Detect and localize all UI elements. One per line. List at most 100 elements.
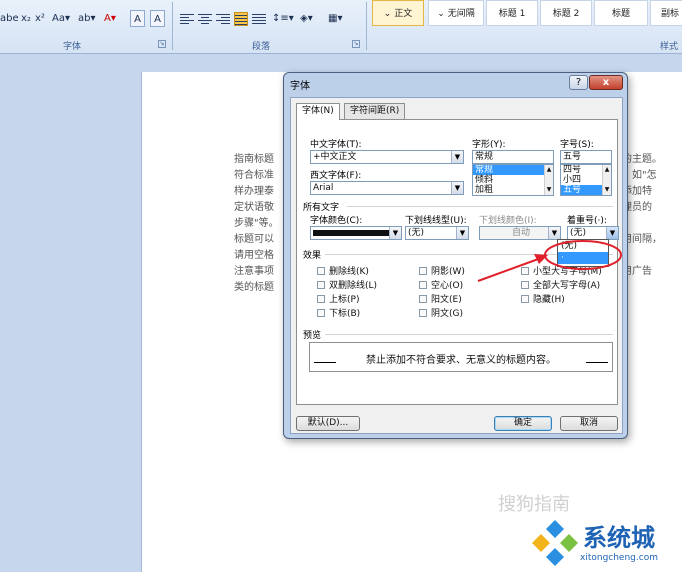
checkbox-box[interactable] bbox=[419, 266, 427, 275]
line-spacing-icon[interactable]: ↕≡▾ bbox=[272, 10, 294, 27]
doc-text-line: 步骤"等。 bbox=[234, 218, 279, 229]
style-subtitle[interactable]: 副标 bbox=[650, 0, 682, 26]
cancel-button[interactable]: 取消 bbox=[560, 416, 618, 431]
font-size-list[interactable]: 四号 小四 五号 ▲ ▼ bbox=[560, 164, 612, 196]
paragraph-dialog-launcher[interactable]: ↘ bbox=[352, 40, 360, 48]
checkbox-box[interactable] bbox=[419, 280, 427, 289]
emboss-checkbox[interactable]: 阳文(E) bbox=[419, 292, 462, 305]
font-color-label: 字体颜色(C): bbox=[310, 216, 363, 226]
doc-text-line: 标题可以 bbox=[234, 234, 274, 245]
double-strikethrough-checkbox[interactable]: 双删除线(L) bbox=[317, 278, 377, 291]
shadow-checkbox[interactable]: 阴影(W) bbox=[419, 264, 465, 277]
chevron-down-icon[interactable]: ▼ bbox=[606, 227, 618, 239]
checkbox-box[interactable] bbox=[419, 294, 427, 303]
align-center-icon[interactable] bbox=[198, 12, 212, 26]
doc-text-line: 用间隔， bbox=[622, 234, 662, 245]
checkbox-box[interactable] bbox=[521, 266, 529, 275]
distribute-icon[interactable] bbox=[252, 12, 266, 26]
style-heading-2[interactable]: 标题 2 bbox=[540, 0, 592, 26]
outline-checkbox[interactable]: 空心(O) bbox=[419, 278, 463, 291]
char-shading-button[interactable]: A bbox=[130, 10, 145, 27]
engrave-checkbox[interactable]: 阴文(G) bbox=[419, 306, 463, 319]
preview-group-label: 预览 bbox=[303, 331, 322, 341]
shading-icon[interactable]: ◈▾ bbox=[300, 10, 313, 27]
effects-group-label: 效果 bbox=[303, 251, 322, 261]
chinese-font-value: +中文正文 bbox=[313, 152, 357, 162]
list-item[interactable]: 加粗 bbox=[473, 185, 553, 195]
group-divider bbox=[325, 334, 613, 335]
change-case-button[interactable]: Aa▾ bbox=[52, 10, 70, 27]
scrollbar[interactable]: ▲ ▼ bbox=[544, 165, 553, 195]
align-left-icon[interactable] bbox=[180, 12, 194, 26]
doc-text-line: 类的标题 bbox=[234, 282, 274, 293]
chinese-font-label: 中文字体(T): bbox=[310, 140, 362, 150]
font-color-select[interactable]: ▼ bbox=[310, 226, 402, 240]
justify-icon[interactable] bbox=[234, 12, 248, 26]
font-size-input[interactable]: 五号 bbox=[560, 150, 612, 164]
subscript-checkbox[interactable]: 下标(B) bbox=[317, 306, 360, 319]
checkbox-box[interactable] bbox=[419, 308, 427, 317]
list-item[interactable]: 常规 bbox=[473, 165, 553, 175]
border-icon[interactable]: ▦▾ bbox=[328, 10, 342, 27]
checkbox-box[interactable] bbox=[317, 280, 325, 289]
font-style-input[interactable]: 常规 bbox=[472, 150, 554, 164]
brand-logo-icon bbox=[532, 520, 578, 566]
checkbox-box[interactable] bbox=[521, 294, 529, 303]
subscript-button[interactable]: x₂ bbox=[21, 10, 31, 27]
chevron-down-icon[interactable]: ▼ bbox=[451, 182, 463, 194]
tab-font[interactable]: 字体(N) bbox=[296, 103, 340, 120]
western-font-value: Arial bbox=[313, 183, 334, 193]
checkbox-label: 删除线(K) bbox=[329, 267, 369, 277]
brand-url: xitongcheng.com bbox=[580, 553, 658, 563]
chinese-font-select[interactable]: +中文正文 ▼ bbox=[310, 150, 464, 164]
western-font-select[interactable]: Arial ▼ bbox=[310, 181, 464, 195]
font-style-label: 字形(Y): bbox=[472, 140, 506, 150]
dropdown-option[interactable]: (无) bbox=[558, 240, 608, 252]
font-color-button[interactable]: A▾ bbox=[104, 10, 116, 27]
checkbox-box[interactable] bbox=[521, 280, 529, 289]
char-border-button[interactable]: A bbox=[150, 10, 165, 27]
superscript-checkbox[interactable]: 上标(P) bbox=[317, 292, 359, 305]
all-caps-checkbox[interactable]: 全部大写字母(A) bbox=[521, 278, 600, 291]
dialog-title: 字体 bbox=[290, 81, 310, 92]
superscript-button[interactable]: x² bbox=[35, 10, 45, 27]
ok-button[interactable]: 确定 bbox=[494, 416, 552, 431]
doc-text-line: 注意事项 bbox=[234, 266, 274, 277]
style-heading-1[interactable]: 标题 1 bbox=[486, 0, 538, 26]
emphasis-select[interactable]: (无) ▼ bbox=[567, 226, 619, 240]
dropdown-option[interactable]: · bbox=[558, 252, 608, 264]
watermark: 系统城 xitongcheng.com bbox=[528, 516, 678, 570]
checkbox-box[interactable] bbox=[317, 294, 325, 303]
doc-text-line: 定状语敬 bbox=[234, 202, 274, 213]
style-normal[interactable]: ⌄ 正文 bbox=[372, 0, 424, 26]
font-style-list[interactable]: 常规 倾斜 加粗 ▲ ▼ bbox=[472, 164, 554, 196]
doc-text-line: 符合标准 bbox=[234, 170, 274, 181]
emphasis-dropdown-list[interactable]: (无) · bbox=[557, 239, 609, 267]
checkbox-label: 下标(B) bbox=[329, 309, 361, 319]
scrollbar[interactable]: ▲ ▼ bbox=[602, 165, 611, 195]
chevron-down-icon[interactable]: ▼ bbox=[389, 227, 401, 239]
strikethrough-button[interactable]: abe bbox=[0, 10, 19, 27]
help-button[interactable]: ? bbox=[569, 75, 588, 90]
hidden-checkbox[interactable]: 隐藏(H) bbox=[521, 292, 565, 305]
western-font-label: 西文字体(F): bbox=[310, 171, 362, 181]
underline-style-select[interactable]: (无) ▼ bbox=[405, 226, 469, 240]
color-swatch bbox=[313, 230, 389, 236]
align-right-icon[interactable] bbox=[216, 12, 230, 26]
checkbox-box[interactable] bbox=[317, 266, 325, 275]
chevron-down-icon[interactable]: ▼ bbox=[451, 151, 463, 163]
font-dialog-launcher[interactable]: ↘ bbox=[158, 40, 166, 48]
highlight-button[interactable]: ab▾ bbox=[78, 10, 96, 27]
close-button[interactable]: x bbox=[589, 75, 623, 90]
style-no-spacing[interactable]: ⌄ 无间隔 bbox=[428, 0, 484, 26]
underline-color-label: 下划线颜色(I): bbox=[479, 216, 537, 226]
default-button[interactable]: 默认(D)... bbox=[296, 416, 360, 431]
tab-char-spacing[interactable]: 字符间距(R) bbox=[344, 103, 406, 119]
underline-style-label: 下划线线型(U): bbox=[405, 216, 467, 226]
style-title[interactable]: 标题 bbox=[594, 0, 648, 26]
chevron-down-icon[interactable]: ▼ bbox=[456, 227, 468, 239]
list-item[interactable]: 倾斜 bbox=[473, 175, 553, 185]
font-size-value: 五号 bbox=[563, 152, 582, 162]
checkbox-box[interactable] bbox=[317, 308, 325, 317]
strikethrough-checkbox[interactable]: 删除线(K) bbox=[317, 264, 369, 277]
